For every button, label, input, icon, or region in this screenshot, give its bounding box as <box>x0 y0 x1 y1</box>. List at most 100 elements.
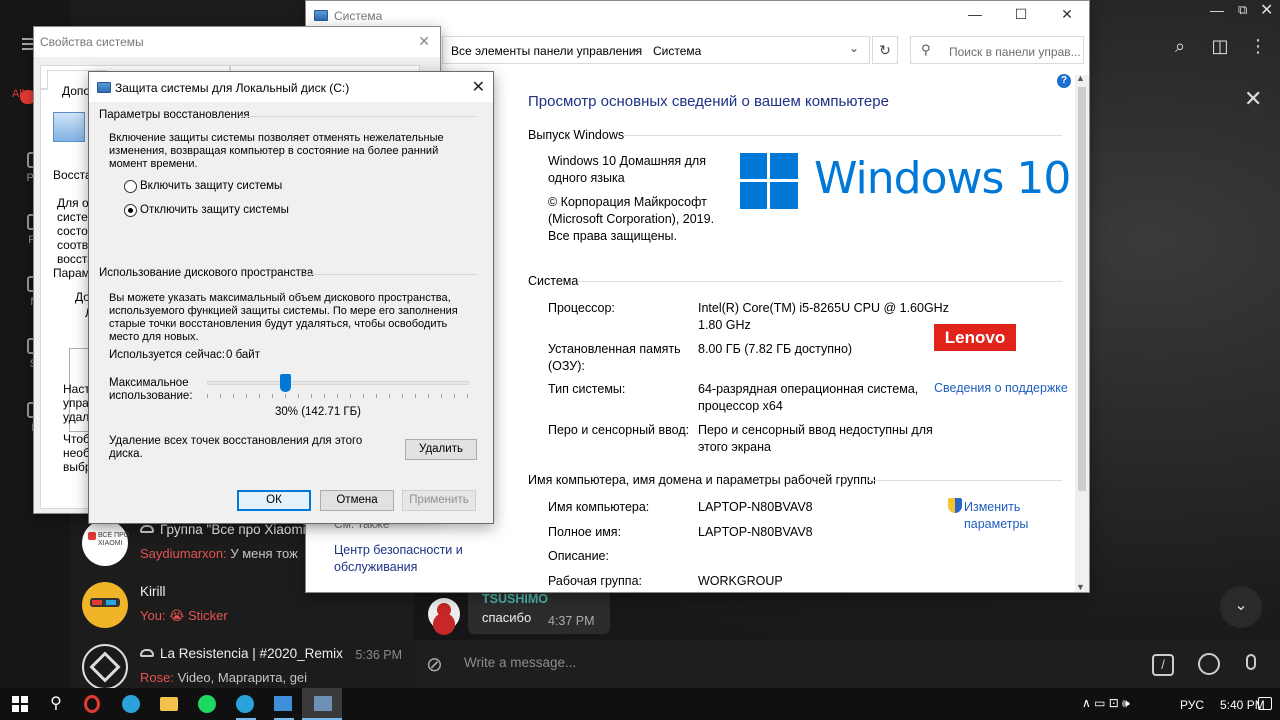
maximize-button[interactable]: ☐ <box>998 6 1044 23</box>
folder-all[interactable]: All c <box>12 88 33 100</box>
bot-command-icon[interactable]: / <box>1152 654 1174 676</box>
slider-ticks <box>207 394 469 398</box>
cancel-button[interactable]: Отмена <box>320 490 394 511</box>
dialog-title: Свойства системы <box>40 35 144 49</box>
enable-protection-label[interactable]: Включить защиту системы <box>140 180 282 192</box>
dialog-title: Защита системы для Локальный диск (C:) <box>115 81 350 95</box>
file-explorer-icon[interactable] <box>160 697 178 711</box>
group-icon <box>140 525 154 533</box>
lenovo-logo: Lenovo <box>934 324 1016 351</box>
scrollbar[interactable]: ▲ ▼ <box>1075 73 1089 592</box>
delete-points-text: Удаление всех точек восстановления для э… <box>109 435 363 447</box>
security-center-link[interactable]: Центр безопасности и <box>334 543 463 557</box>
search-icon[interactable]: ⌕ <box>1170 36 1190 56</box>
breadcrumb-system[interactable]: Система <box>653 44 701 58</box>
message-time: 4:37 PM <box>548 614 595 628</box>
system-tray-icons[interactable]: ∧ ▭ ⊡ 🕪 <box>1082 696 1130 711</box>
attach-icon[interactable]: ⊘ <box>426 652 443 677</box>
sidebar-toggle-icon[interactable]: ◫ <box>1210 36 1230 56</box>
window-title: Система <box>334 9 383 23</box>
breadcrumb-separator[interactable]: › <box>633 43 637 57</box>
telegram-maximize-button[interactable]: ⧉ <box>1238 2 1247 18</box>
max-usage-label: Максимальное <box>109 377 189 389</box>
section-title-system: Система <box>528 274 579 288</box>
search-icon[interactable]: ⚲ <box>46 694 66 714</box>
enable-protection-radio[interactable] <box>124 180 137 193</box>
delete-button[interactable]: Удалить <box>405 439 477 460</box>
avatar <box>82 582 128 628</box>
group-icon <box>140 649 154 657</box>
telegram-icon[interactable] <box>122 695 140 713</box>
close-button[interactable]: ✕ <box>418 33 430 50</box>
compose-bar: ⊘ Write a message... / <box>414 640 1280 688</box>
scroll-down-icon[interactable]: ▼ <box>1076 582 1085 592</box>
max-usage-label-line2: использование: <box>109 390 193 402</box>
message: TSUSHIMO спасибо 4:37 PM <box>418 588 610 636</box>
scroll-up-icon[interactable]: ▲ <box>1076 73 1085 83</box>
notifications-icon[interactable] <box>1258 697 1272 710</box>
start-button[interactable] <box>12 696 28 712</box>
used-now-label: Используется сейчас: <box>109 349 226 361</box>
ok-button[interactable]: ОК <box>237 490 311 511</box>
search-input[interactable]: ⚲ Поиск в панели управ... <box>910 36 1084 64</box>
telegram-minimize-button[interactable]: — <box>1210 2 1224 18</box>
telegram-close-button[interactable]: ✕ <box>1260 0 1273 20</box>
restore-description: Включение защиты системы позволяет отмен… <box>109 132 444 170</box>
disable-protection-radio[interactable] <box>124 204 137 217</box>
scrollbar-thumb[interactable] <box>1078 87 1086 491</box>
chevron-down-icon[interactable]: ⌄ <box>849 41 859 55</box>
opera-icon[interactable] <box>84 695 100 713</box>
microphone-icon[interactable] <box>1246 654 1256 670</box>
title-bar[interactable]: Защита системы для Локальный диск (C:) ✕ <box>89 72 493 102</box>
search-icon: ⚲ <box>921 42 931 57</box>
max-usage-slider-thumb[interactable] <box>280 374 292 392</box>
more-icon[interactable]: ⋮ <box>1248 36 1268 56</box>
refresh-button[interactable]: ↻ <box>872 36 898 64</box>
telegram-icon[interactable] <box>236 695 254 713</box>
close-button[interactable]: ✕ <box>472 77 485 97</box>
address-bar[interactable]: Все элементы панели управления › Система… <box>442 36 870 64</box>
used-now-value: 0 байт <box>226 349 261 361</box>
message-input[interactable]: Write a message... <box>464 655 576 670</box>
disable-protection-label[interactable]: Отключить защиту системы <box>140 204 289 216</box>
avatar <box>82 644 128 690</box>
scroll-down-button[interactable]: ⌄ <box>1220 586 1262 628</box>
close-button[interactable]: ✕ <box>1044 6 1090 23</box>
taskbar: ⚲ ∧ ▭ ⊡ 🕪 РУС 5:40 PM <box>0 688 1280 720</box>
help-icon[interactable]: ? <box>1057 74 1071 88</box>
minimize-button[interactable]: — <box>952 6 998 22</box>
drive-icon <box>97 82 111 93</box>
close-icon[interactable]: ✕ <box>1244 86 1262 112</box>
windows-logo-text: Windows 10 <box>814 153 1071 204</box>
emoji-icon[interactable] <box>1198 653 1220 675</box>
windows-logo-icon <box>740 153 798 209</box>
window-icon <box>314 10 328 21</box>
system-restore-icon <box>53 112 85 142</box>
section-title-computer-name: Имя компьютера, имя домена и параметры р… <box>528 473 876 487</box>
delete-points-text-line2: диска. <box>109 448 143 460</box>
message-text: спасибо <box>482 610 532 625</box>
message-author: TSUSHIMO <box>482 592 548 606</box>
title-bar[interactable]: Свойства системы ✕ <box>34 27 440 57</box>
disk-usage-group: Использование дискового пространства <box>99 267 314 279</box>
change-settings-link[interactable]: Изменить <box>964 500 1020 514</box>
page-title: Просмотр основных сведений о вашем компь… <box>528 93 889 110</box>
support-info-link[interactable]: Сведения о поддержке <box>934 381 1068 395</box>
restore-settings-group: Параметры восстановления <box>99 109 250 121</box>
shield-icon <box>948 498 962 513</box>
avatar: ВСЕ ПРО XIAOMI <box>82 520 129 566</box>
avatar <box>428 598 460 630</box>
section-title-windows-edition: Выпуск Windows <box>528 128 625 142</box>
system-protection-dialog: Защита системы для Локальный диск (C:) ✕… <box>88 71 494 524</box>
system-icon[interactable] <box>314 696 332 711</box>
language-indicator[interactable]: РУС <box>1180 698 1204 712</box>
spotify-icon[interactable] <box>198 695 216 713</box>
security-center-link-line2[interactable]: обслуживания <box>334 560 417 574</box>
apply-button[interactable]: Применить <box>402 490 476 511</box>
control-panel-icon[interactable] <box>274 696 292 711</box>
breadcrumb-control-panel[interactable]: Все элементы панели управления <box>451 44 642 58</box>
disk-usage-description: Вы можете указать максимальный объем дис… <box>109 292 458 343</box>
change-settings-link-line2[interactable]: параметры <box>964 517 1028 531</box>
max-usage-slider-track[interactable] <box>207 381 469 385</box>
max-usage-value: 30% (142.71 ГБ) <box>275 406 362 418</box>
